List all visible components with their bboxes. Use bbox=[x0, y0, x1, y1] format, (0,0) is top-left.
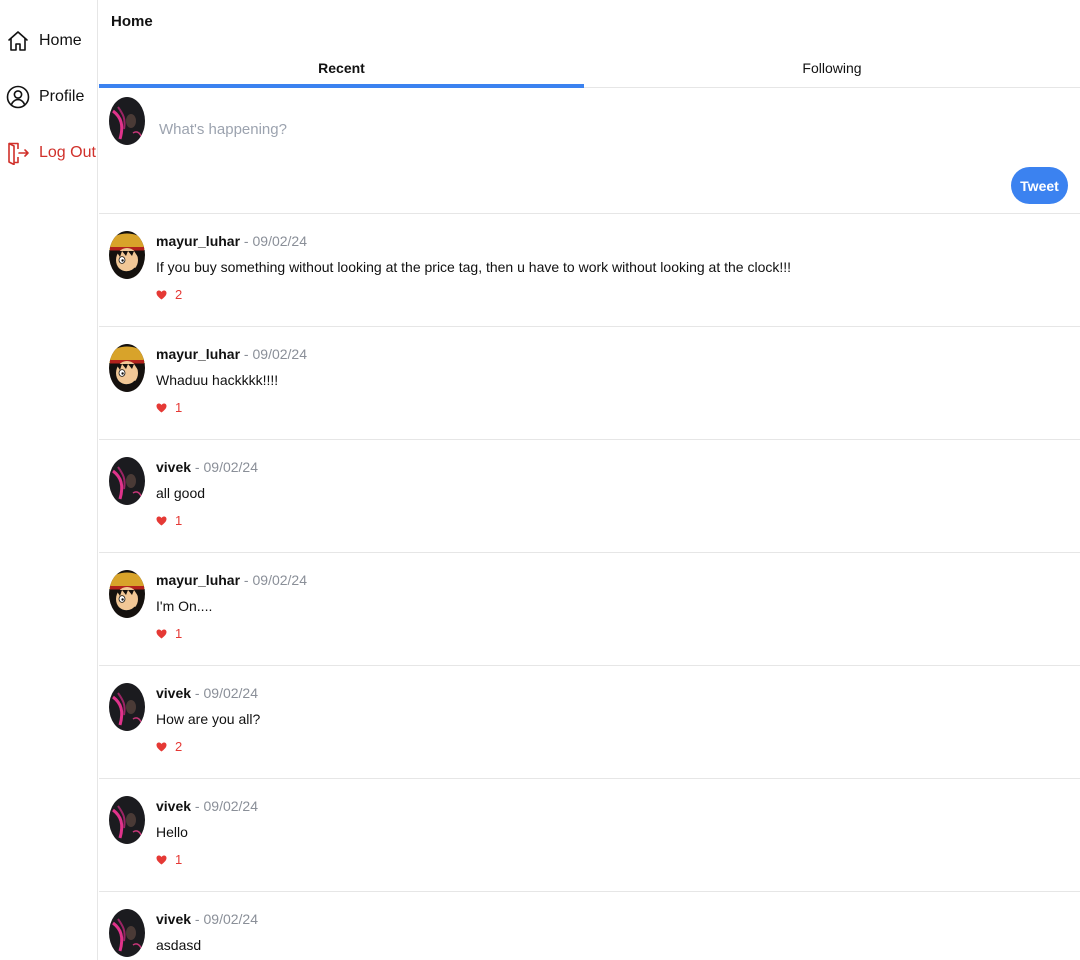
tweet-username[interactable]: vivek bbox=[156, 798, 191, 814]
tweet-header: vivek - 09/02/24 bbox=[156, 911, 258, 927]
like-count: 1 bbox=[175, 626, 183, 641]
active-tab-indicator bbox=[99, 84, 584, 88]
like-button[interactable]: 1 bbox=[156, 626, 182, 641]
avatar[interactable] bbox=[109, 683, 145, 731]
tweet-separator: - bbox=[240, 346, 253, 362]
avatar[interactable] bbox=[109, 570, 145, 618]
tweet-date: 09/02/24 bbox=[203, 911, 259, 927]
sidebar-item-label: Home bbox=[39, 32, 82, 49]
tweet-header: mayur_luhar - 09/02/24 bbox=[156, 572, 307, 588]
tweet-separator: - bbox=[191, 798, 204, 814]
tweet-separator: - bbox=[240, 572, 253, 588]
tweet-header: mayur_luhar - 09/02/24 bbox=[156, 346, 307, 362]
tweet-header: vivek - 09/02/24 bbox=[156, 798, 258, 814]
logout-icon bbox=[8, 142, 29, 165]
tweet-text: I'm On.... bbox=[156, 598, 213, 614]
heart-icon bbox=[156, 402, 167, 413]
tweet-text: all good bbox=[156, 485, 206, 501]
like-button[interactable]: 2 bbox=[156, 287, 182, 302]
tab-label: Recent bbox=[318, 59, 365, 76]
tweet-item: mayur_luhar - 09/02/24 Whaduu hackkkk!!!… bbox=[99, 327, 1080, 440]
tweet-date: 09/02/24 bbox=[203, 798, 259, 814]
tweet-button[interactable]: Tweet bbox=[1011, 167, 1068, 204]
tweet-separator: - bbox=[191, 685, 204, 701]
tweet-date: 09/02/24 bbox=[252, 233, 308, 249]
like-button[interactable]: 2 bbox=[156, 739, 182, 754]
main-content: Home Recent Following Tweet bbox=[99, 0, 1080, 960]
tweet-item: mayur_luhar - 09/02/24 I'm On.... 1 bbox=[99, 553, 1080, 666]
tweet-text: If you buy something without looking at … bbox=[156, 259, 792, 275]
tab-following[interactable]: Following bbox=[584, 48, 1080, 87]
mayur-luhar-avatar-image bbox=[109, 231, 145, 279]
tweet-date: 09/02/24 bbox=[252, 572, 308, 588]
like-count: 2 bbox=[175, 739, 183, 754]
tweet-username[interactable]: mayur_luhar bbox=[156, 572, 240, 588]
sidebar-item-label: Log Out bbox=[39, 144, 96, 161]
like-button[interactable]: 1 bbox=[156, 513, 182, 528]
avatar[interactable] bbox=[109, 231, 145, 279]
tweet-input[interactable] bbox=[159, 109, 1039, 149]
like-button[interactable]: 1 bbox=[156, 400, 182, 415]
tweet-header: vivek - 09/02/24 bbox=[156, 685, 258, 701]
tweet-feed: mayur_luhar - 09/02/24 If you buy someth… bbox=[99, 214, 1080, 960]
tweet-date: 09/02/24 bbox=[252, 346, 308, 362]
like-count: 1 bbox=[175, 852, 183, 867]
tab-label: Following bbox=[802, 59, 862, 76]
mayur-luhar-avatar-image bbox=[109, 344, 145, 392]
like-count: 2 bbox=[175, 287, 183, 302]
tab-recent[interactable]: Recent bbox=[99, 48, 584, 87]
mayur-luhar-avatar-image bbox=[109, 570, 145, 618]
heart-icon bbox=[156, 515, 167, 526]
like-button[interactable]: 1 bbox=[156, 852, 182, 867]
tweet-item: vivek - 09/02/24 How are you all? 2 bbox=[99, 666, 1080, 779]
tweet-item: vivek - 09/02/24 all good 1 bbox=[99, 440, 1080, 553]
tweet-item: mayur_luhar - 09/02/24 If you buy someth… bbox=[99, 214, 1080, 327]
avatar[interactable] bbox=[109, 796, 145, 844]
home-icon bbox=[8, 31, 28, 51]
tweet-header: mayur_luhar - 09/02/24 bbox=[156, 233, 307, 249]
tweet-text: Whaduu hackkkk!!!! bbox=[156, 372, 279, 388]
tweet-username[interactable]: mayur_luhar bbox=[156, 346, 240, 362]
tweet-text: Hello bbox=[156, 824, 188, 840]
vivek-avatar-image bbox=[109, 683, 145, 731]
tweet-username[interactable]: vivek bbox=[156, 685, 191, 701]
sidebar-item-logout[interactable]: Log Out bbox=[6, 138, 96, 168]
tweet-text: asdasd bbox=[156, 937, 202, 953]
tweet-item: vivek - 09/02/24 Hello 1 bbox=[99, 779, 1080, 892]
vivek-avatar-image bbox=[109, 796, 145, 844]
avatar[interactable] bbox=[109, 344, 145, 392]
sidebar-item-label: Profile bbox=[39, 88, 85, 105]
sidebar-item-profile[interactable]: Profile bbox=[6, 82, 84, 112]
tweet-username[interactable]: mayur_luhar bbox=[156, 233, 240, 249]
tweet-date: 09/02/24 bbox=[203, 459, 259, 475]
user-icon bbox=[6, 85, 30, 109]
heart-icon bbox=[156, 854, 167, 865]
avatar[interactable] bbox=[109, 909, 145, 957]
like-count: 1 bbox=[175, 400, 183, 415]
like-count: 1 bbox=[175, 513, 183, 528]
heart-icon bbox=[156, 289, 167, 300]
sidebar-item-home[interactable]: Home bbox=[6, 26, 82, 56]
tweet-separator: - bbox=[191, 459, 204, 475]
compose-box: Tweet bbox=[99, 89, 1080, 214]
tab-bar: Recent Following bbox=[99, 48, 1080, 88]
tweet-separator: - bbox=[191, 911, 204, 927]
avatar bbox=[109, 97, 145, 145]
page-title: Home bbox=[111, 13, 153, 30]
tweet-text: How are you all? bbox=[156, 711, 261, 727]
vivek-avatar-image bbox=[109, 97, 145, 145]
tweet-username[interactable]: vivek bbox=[156, 911, 191, 927]
tweet-separator: - bbox=[240, 233, 253, 249]
tweet-item: vivek - 09/02/24 asdasd bbox=[99, 892, 1080, 960]
tweet-date: 09/02/24 bbox=[203, 685, 259, 701]
heart-icon bbox=[156, 628, 167, 639]
vivek-avatar-image bbox=[109, 457, 145, 505]
avatar[interactable] bbox=[109, 457, 145, 505]
vivek-avatar-image bbox=[109, 909, 145, 957]
sidebar: Home Profile Log Out bbox=[0, 0, 98, 960]
tweet-username[interactable]: vivek bbox=[156, 459, 191, 475]
tweet-header: vivek - 09/02/24 bbox=[156, 459, 258, 475]
heart-icon bbox=[156, 741, 167, 752]
